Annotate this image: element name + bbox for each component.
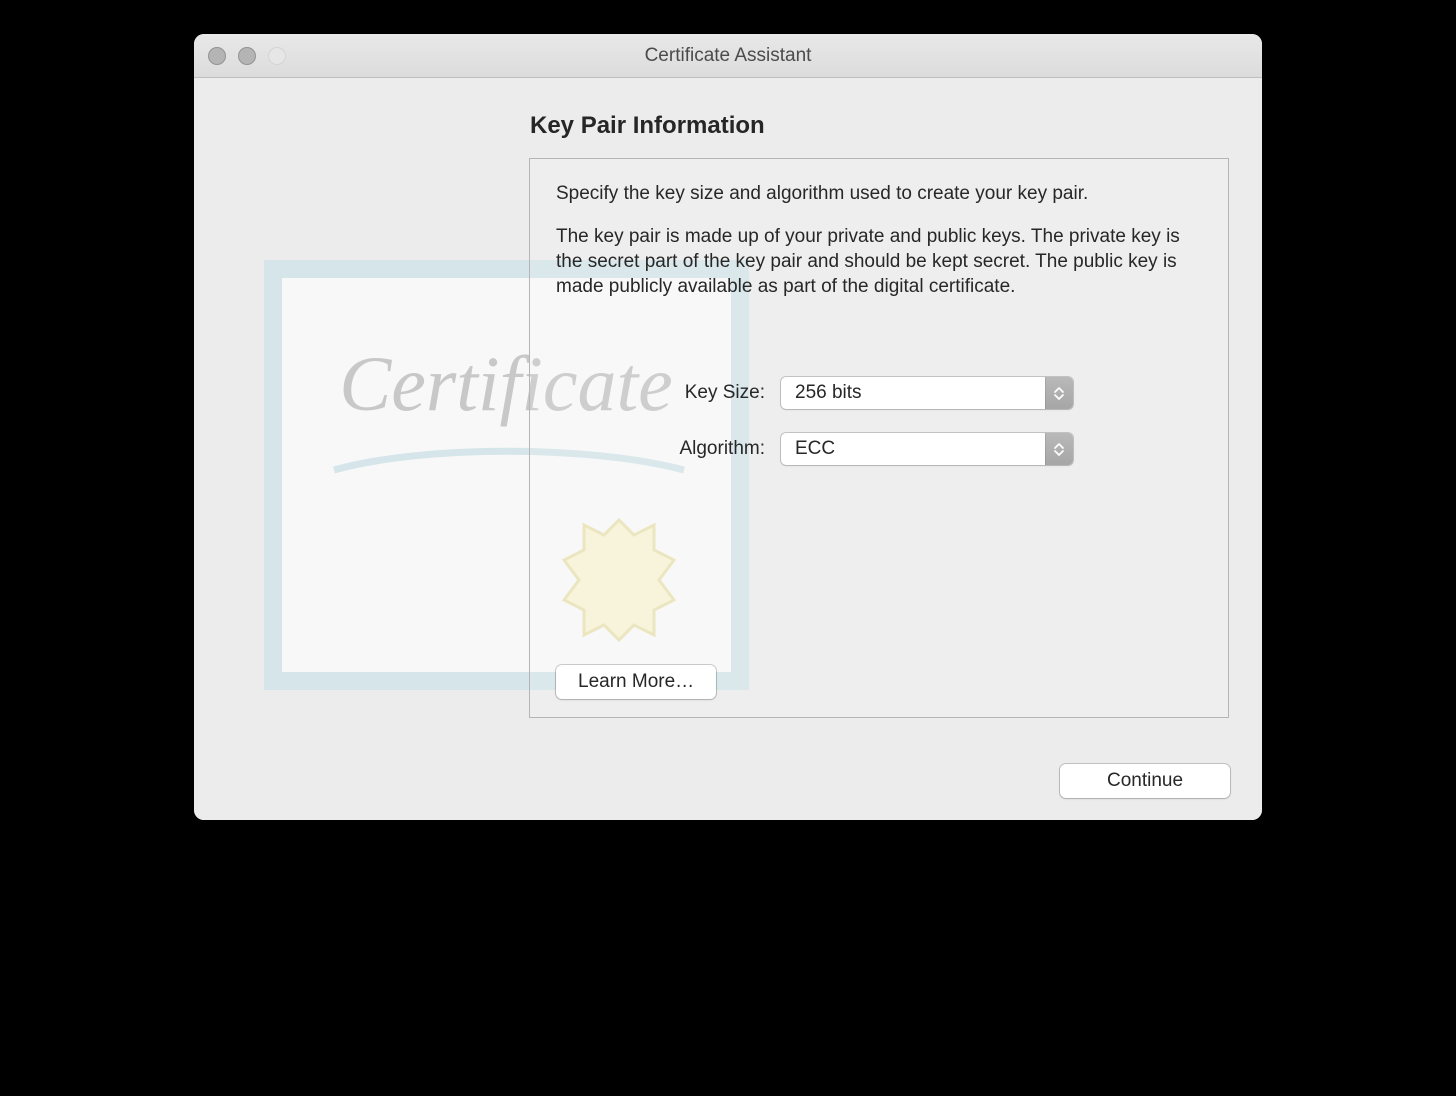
key-size-row: Key Size: 256 bits [556, 377, 1202, 409]
maximize-button [268, 47, 286, 65]
algorithm-value: ECC [795, 438, 835, 460]
algorithm-row: Algorithm: ECC [556, 433, 1202, 465]
intro-text: Specify the key size and algorithm used … [556, 181, 1202, 206]
page-title: Key Pair Information [530, 112, 765, 140]
algorithm-select[interactable]: ECC [781, 433, 1073, 465]
close-button[interactable] [208, 47, 226, 65]
minimize-button[interactable] [238, 47, 256, 65]
key-size-select[interactable]: 256 bits [781, 377, 1073, 409]
titlebar: Certificate Assistant [194, 34, 1262, 78]
algorithm-label: Algorithm: [556, 438, 781, 460]
chevron-updown-icon [1045, 377, 1073, 409]
continue-button[interactable]: Continue [1060, 764, 1230, 798]
key-size-label: Key Size: [556, 382, 781, 404]
continue-label: Continue [1107, 770, 1183, 792]
key-size-value: 256 bits [795, 382, 862, 404]
panel: Specify the key size and algorithm used … [529, 158, 1229, 718]
window-title: Certificate Assistant [194, 45, 1262, 67]
learn-more-label: Learn More… [578, 671, 694, 693]
form: Key Size: 256 bits Algorithm: ECC [556, 377, 1202, 465]
footer: Continue [1060, 764, 1230, 798]
chevron-updown-icon [1045, 433, 1073, 465]
description-text: The key pair is made up of your private … [556, 224, 1202, 299]
content: Key Pair Information Certificate Specify… [194, 78, 1262, 820]
learn-more-button[interactable]: Learn More… [556, 665, 716, 699]
traffic-lights [208, 47, 286, 65]
window: Certificate Assistant Key Pair Informati… [194, 34, 1262, 820]
